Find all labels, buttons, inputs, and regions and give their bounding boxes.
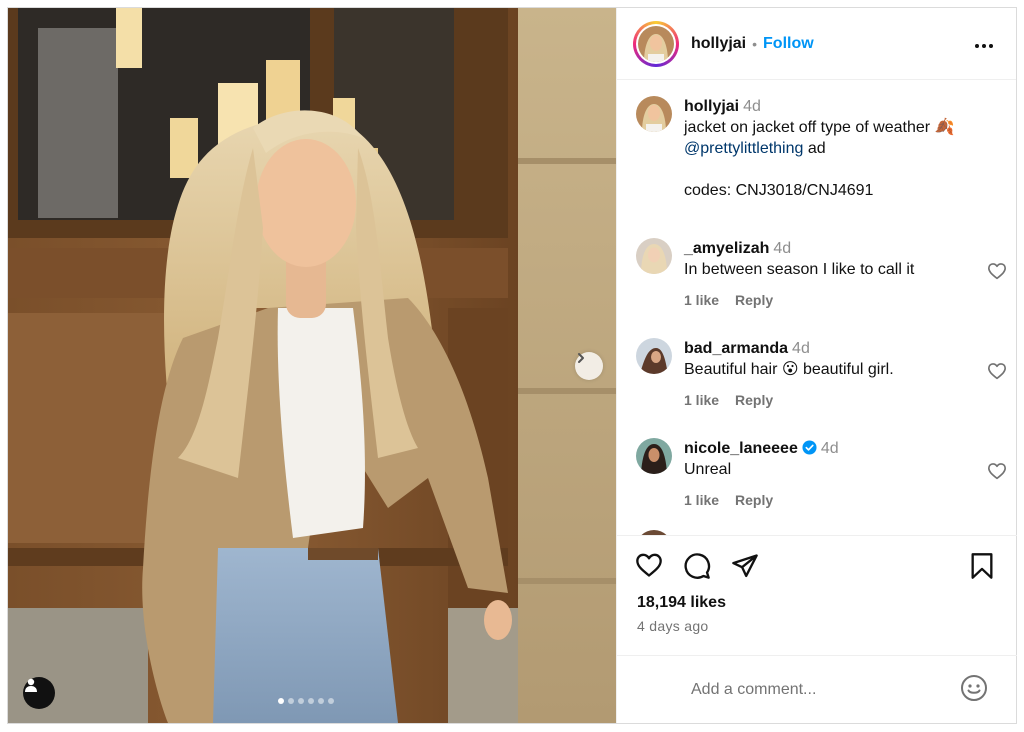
carousel-dot [328,698,334,704]
comment-username[interactable]: nicole_laneeee [684,440,798,457]
reply-button[interactable]: Reply [735,292,773,308]
comment-body: bad_armanda 4d Beautiful hair 😮 beautiful… [684,338,974,411]
user-icon [25,678,37,692]
caption-body: hollyjai 4d jacket on jacket off type of … [684,96,974,201]
reply-button[interactable]: Reply [735,492,773,508]
like-comment-heart-icon[interactable] [987,362,1007,380]
carousel-dot [308,698,314,704]
comment-time: 4d [820,440,839,457]
post-actions: 18,194 likes 4 days ago [617,535,1017,655]
comment-likes[interactable]: 1 like [684,392,719,408]
comment-body: _amyelizah 4d In between season I like to… [684,238,974,311]
commenter-avatar[interactable] [636,438,672,474]
post-date[interactable]: 4 days ago [637,618,709,634]
comment-meta: 1 like Reply [684,490,974,511]
post-side-panel: hollyjai • Follow hollyjai 4d jacket on … [616,8,1017,723]
next-slide-button[interactable] [575,352,603,380]
comment-text: Unreal [684,461,732,478]
comment-composer [617,655,1017,723]
emoji-icon[interactable] [960,674,988,702]
comment-text: Beautiful hair 😮 beautiful girl. [684,361,894,378]
post-header: hollyjai • Follow [617,8,1016,80]
carousel-dot [318,698,324,704]
commenter-avatar[interactable] [636,338,672,374]
comment-meta: 1 like Reply [684,390,974,411]
like-heart-icon[interactable] [635,552,663,578]
comment-likes[interactable]: 1 like [684,492,719,508]
chevron-right-icon [578,353,584,363]
share-paper-plane-icon[interactable] [731,552,759,580]
caption-author-avatar[interactable] [636,96,672,132]
tagged-users-button[interactable] [23,677,55,709]
follow-button[interactable]: Follow [763,35,814,53]
author-avatar [638,25,674,62]
add-comment-input[interactable] [689,676,953,704]
comment-text: In between season I like to call it [684,261,915,278]
author-story-ring[interactable] [633,20,679,67]
mention-link[interactable]: @prettylittlething [684,140,803,157]
comment-time: 4d [792,340,810,357]
comment-bubble-icon[interactable] [683,552,711,580]
comment-meta: 1 like Reply [684,290,974,311]
header-separator: • [752,35,758,52]
caption-codes: codes: CNJ3018/CNJ4691 [684,182,874,199]
comments-list[interactable]: hollyjai 4d jacket on jacket off type of … [617,80,1017,535]
reply-button[interactable]: Reply [735,392,773,408]
carousel-dot [288,698,294,704]
more-horizontal-icon [975,44,993,48]
caption-username[interactable]: hollyjai [684,98,739,115]
author-username[interactable]: hollyjai [691,35,746,53]
post-photo[interactable] [8,8,616,723]
commenter-avatar[interactable] [636,238,672,274]
comment-body: nicole_laneeee 4d Unreal 1 like Reply [684,438,974,511]
comment-likes[interactable]: 1 like [684,292,719,308]
comment-username[interactable]: bad_armanda [684,340,788,357]
like-comment-heart-icon[interactable] [987,262,1007,280]
caption-text: jacket on jacket off type of weather 🍂 [684,119,955,136]
carousel-indicator [278,698,334,704]
photo-illustration [8,8,616,723]
carousel-dot [278,698,284,704]
comment-username[interactable]: _amyelizah [684,240,769,257]
likes-count[interactable]: 18,194 likes [637,594,726,612]
caption-ad-label: ad [803,140,826,157]
post-dialog: hollyjai • Follow hollyjai 4d jacket on … [7,7,1017,724]
save-bookmark-icon[interactable] [969,552,995,580]
more-options-button[interactable] [974,32,1000,55]
caption-time: 4d [743,98,761,115]
comment-time: 4d [773,240,792,257]
verified-badge-icon [802,440,817,455]
like-comment-heart-icon[interactable] [987,462,1007,480]
carousel-dot [298,698,304,704]
